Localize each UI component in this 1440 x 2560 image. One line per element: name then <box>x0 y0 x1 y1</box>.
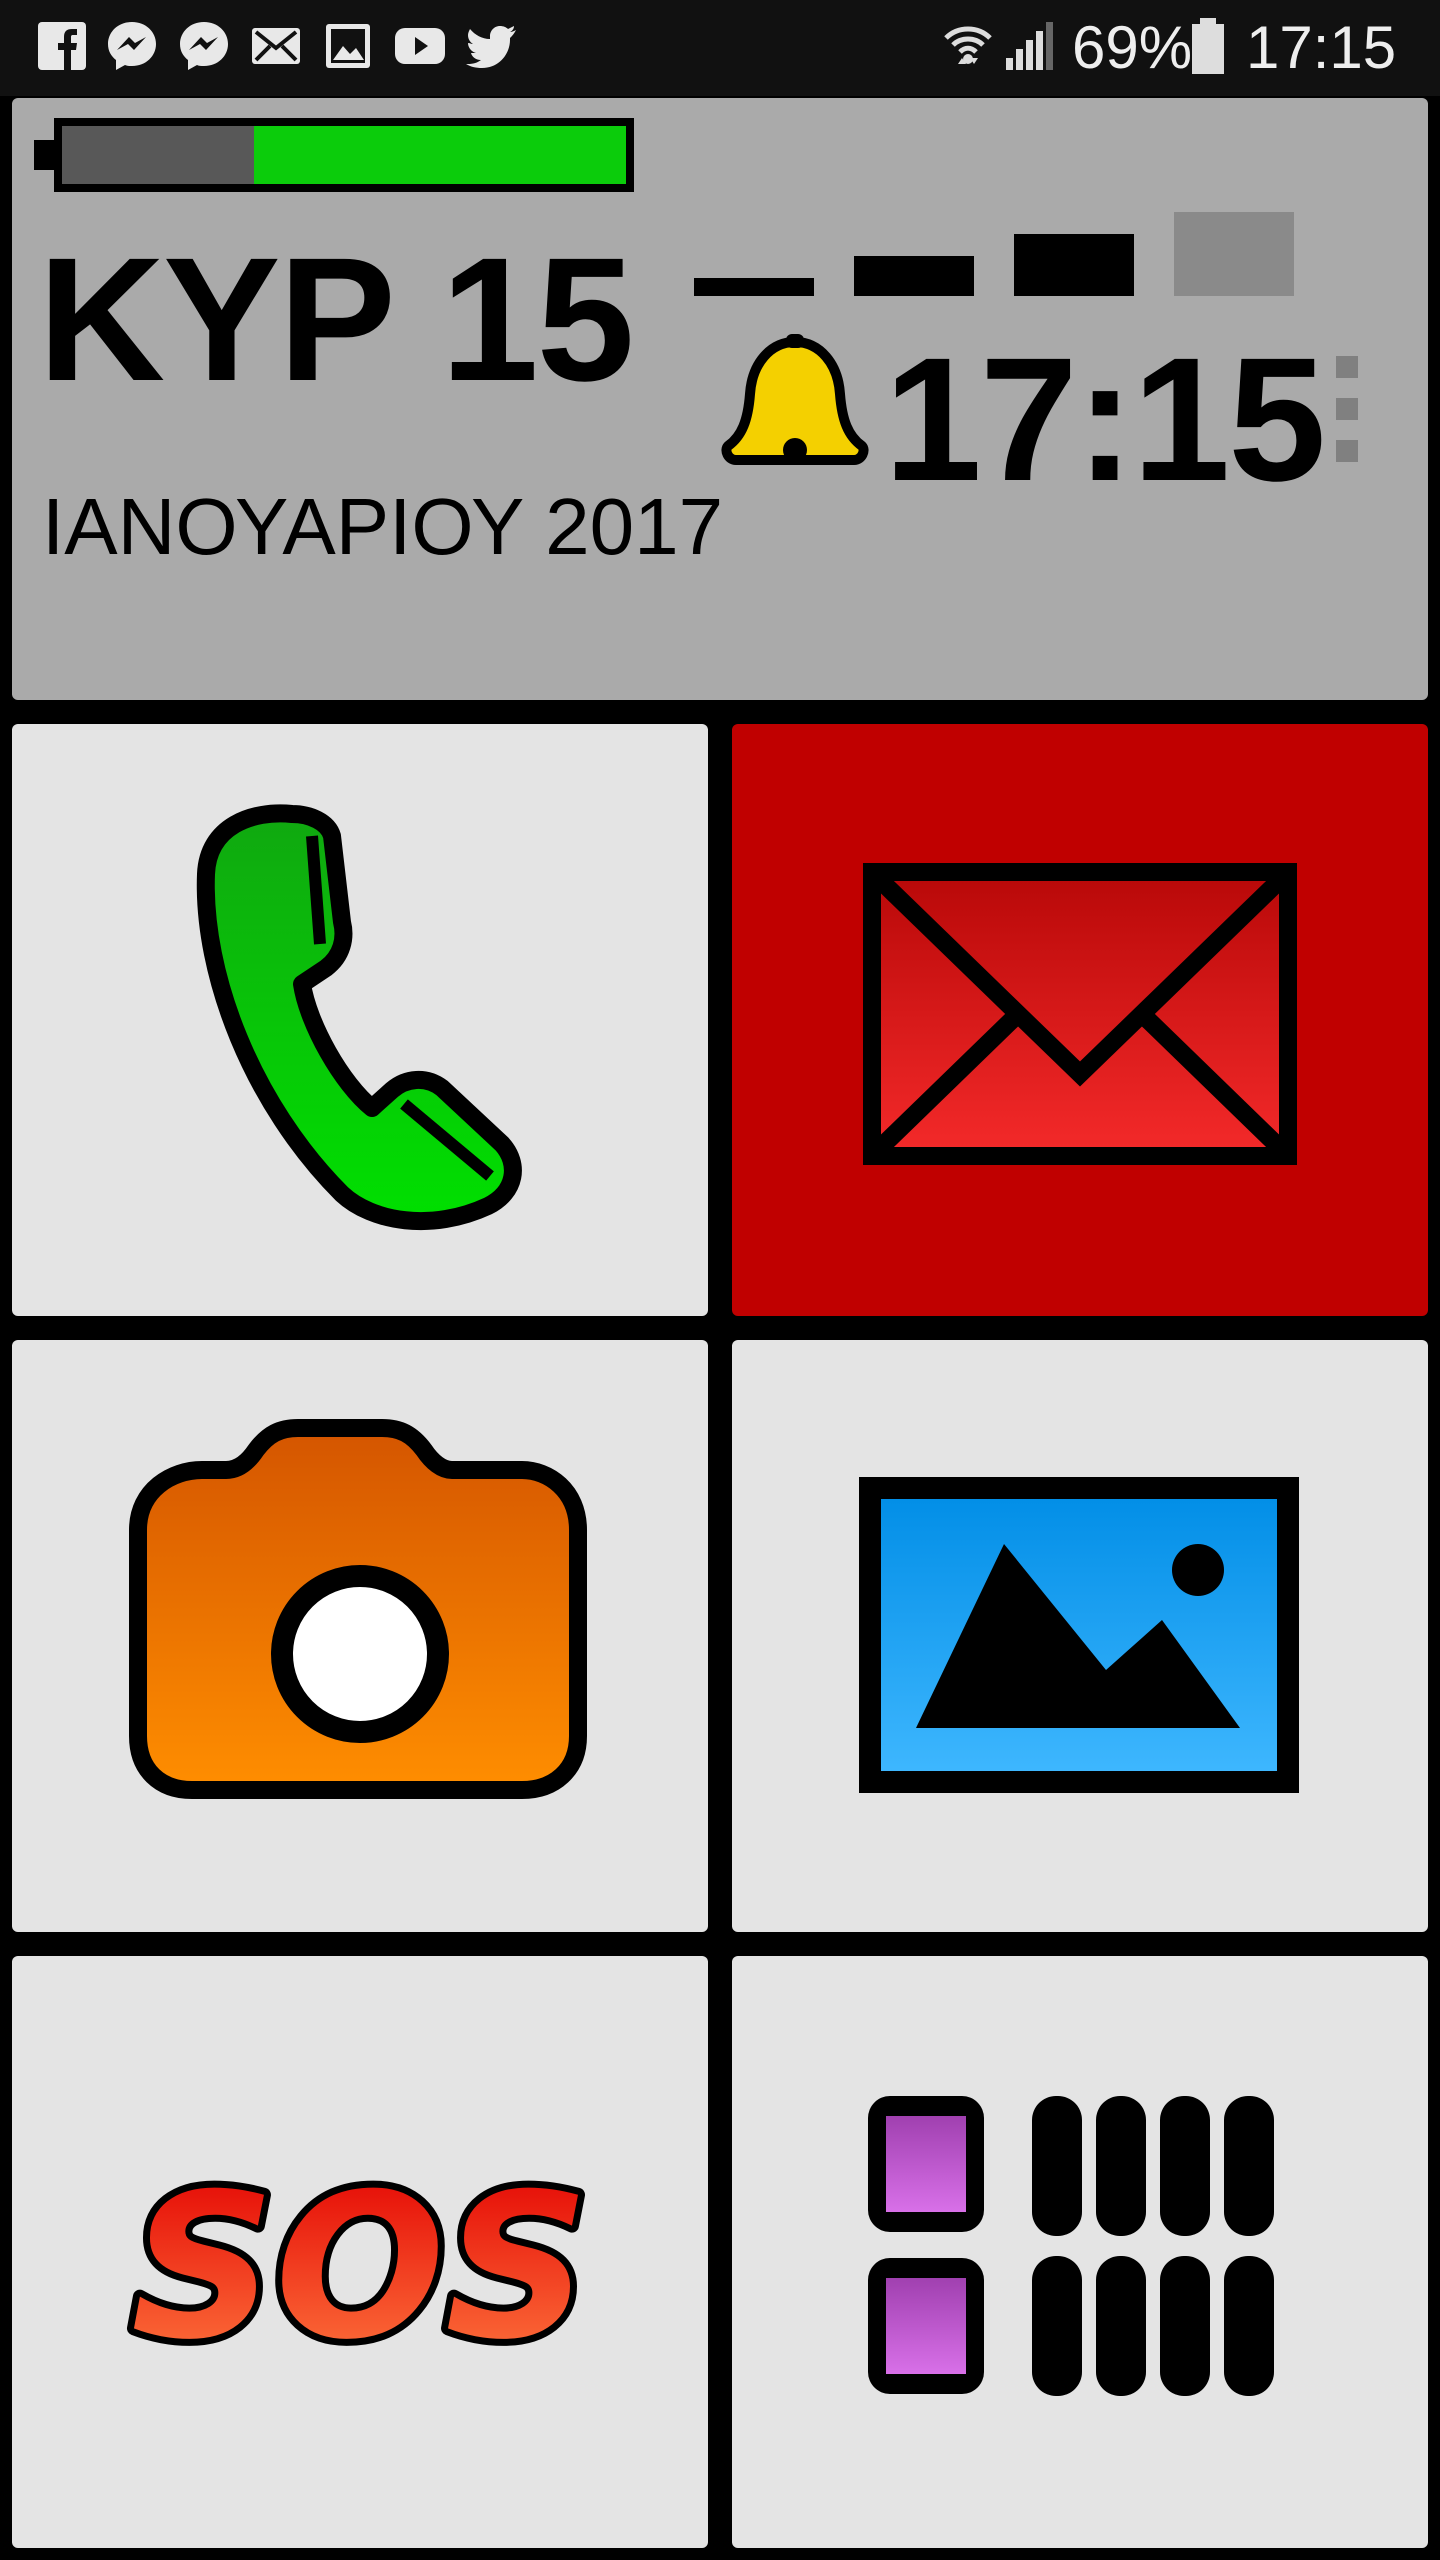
facebook-icon <box>38 22 86 70</box>
battery-percent: 69% <box>1072 14 1193 81</box>
battery-gauge-fill <box>253 126 626 184</box>
signal-bar <box>1014 234 1134 296</box>
clock-time: 17:15 <box>884 322 1326 518</box>
wifi-icon <box>944 26 992 64</box>
bell-icon[interactable] <box>720 332 870 482</box>
battery-icon <box>1192 18 1224 74</box>
signal-bar <box>694 278 814 296</box>
messages-tile[interactable] <box>732 724 1428 1316</box>
signal-bar <box>1174 212 1294 296</box>
sos-label: SOS <box>131 2151 589 2384</box>
youtube-icon <box>395 28 445 64</box>
image-icon <box>859 1477 1299 1793</box>
sos-icon: SOS <box>124 2144 596 2391</box>
email-icon <box>252 28 300 64</box>
sos-tile[interactable]: SOS <box>12 1956 708 2548</box>
phone-tile[interactable] <box>12 724 708 1316</box>
month-year-label: ΙΑΝΟΥΑΡΙΟΥ 2017 <box>42 482 724 571</box>
twitter-icon <box>466 26 516 68</box>
camera-icon <box>129 1419 587 1799</box>
day-label: ΚΥΡ 15 <box>38 222 635 418</box>
camera-tile[interactable] <box>12 1340 708 1932</box>
messenger-icon <box>180 22 228 70</box>
envelope-icon <box>863 863 1297 1165</box>
phone-icon <box>196 804 522 1231</box>
overflow-menu-icon[interactable] <box>1336 356 1360 482</box>
status-time: 17:15 <box>1246 14 1397 81</box>
battery-gauge-terminal <box>34 140 56 170</box>
battery-gauge <box>54 118 634 192</box>
status-bar: 69% 17:15 <box>0 0 1440 96</box>
messenger-icon <box>108 22 156 70</box>
signal-bar <box>854 256 974 296</box>
gallery-tile[interactable] <box>732 1340 1428 1932</box>
gallery-icon <box>326 24 370 68</box>
signal-icon <box>1006 22 1053 70</box>
apps-grid-icon <box>868 2096 1274 2396</box>
apps-tile[interactable] <box>732 1956 1428 2548</box>
